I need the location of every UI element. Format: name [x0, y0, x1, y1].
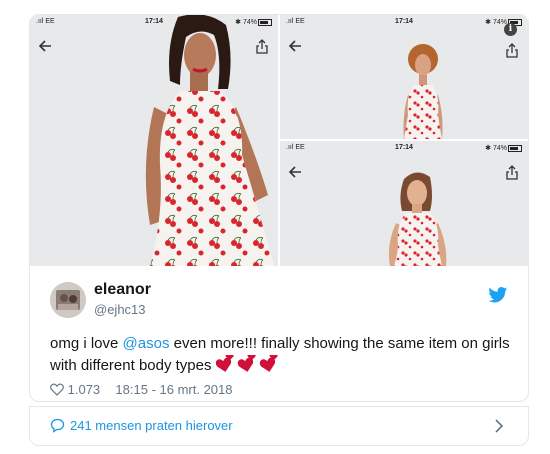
model-figure — [145, 15, 274, 266]
media-photo-bottom-right[interactable]: .ııl EE 17:14 ✱ 74% — [280, 141, 528, 266]
tweet-timestamp[interactable]: 18:15 - 16 mrt. 2018 — [115, 382, 232, 397]
media-photo-top-right[interactable]: .ııl EE 17:14 ✱ 74% i — [280, 15, 528, 139]
user-handle[interactable]: @ejhc13 — [94, 302, 146, 317]
mention-link[interactable]: @asos — [123, 335, 170, 352]
tweet-text: omg i love @asos even more!!! finally sh… — [50, 333, 510, 377]
heart-emoji-icon — [215, 355, 278, 372]
avatar-image — [50, 282, 86, 318]
tweet-card: .ııl EE 17:14 ✱ 74% .ııl EE 17:14 ✱ 74% … — [29, 14, 529, 402]
comment-bubble-icon — [50, 418, 65, 433]
like-count[interactable]: 1.073 — [68, 382, 101, 397]
display-name[interactable]: eleanor — [94, 281, 151, 299]
model-figure — [403, 44, 443, 139]
tweet-media-grid[interactable]: .ııl EE 17:14 ✱ 74% .ııl EE 17:14 ✱ 74% … — [30, 15, 528, 266]
twitter-bird-icon[interactable] — [488, 287, 508, 303]
conversation-footer[interactable]: 241 mensen praten hierover — [29, 406, 529, 446]
tweet-body: eleanor @ejhc13 omg i love @asos even mo… — [30, 267, 528, 401]
tweet-text-start: omg i love — [50, 335, 123, 352]
model-figure — [388, 172, 447, 266]
media-photo-left[interactable]: .ııl EE 17:14 ✱ 74% — [30, 15, 278, 266]
tweet-meta: 1.073 18:15 - 16 mrt. 2018 — [50, 381, 233, 397]
conversation-link[interactable]: 241 mensen praten hierover — [70, 418, 233, 433]
avatar[interactable] — [50, 282, 86, 318]
heart-icon[interactable] — [50, 383, 64, 396]
chevron-right-icon[interactable] — [494, 419, 504, 433]
